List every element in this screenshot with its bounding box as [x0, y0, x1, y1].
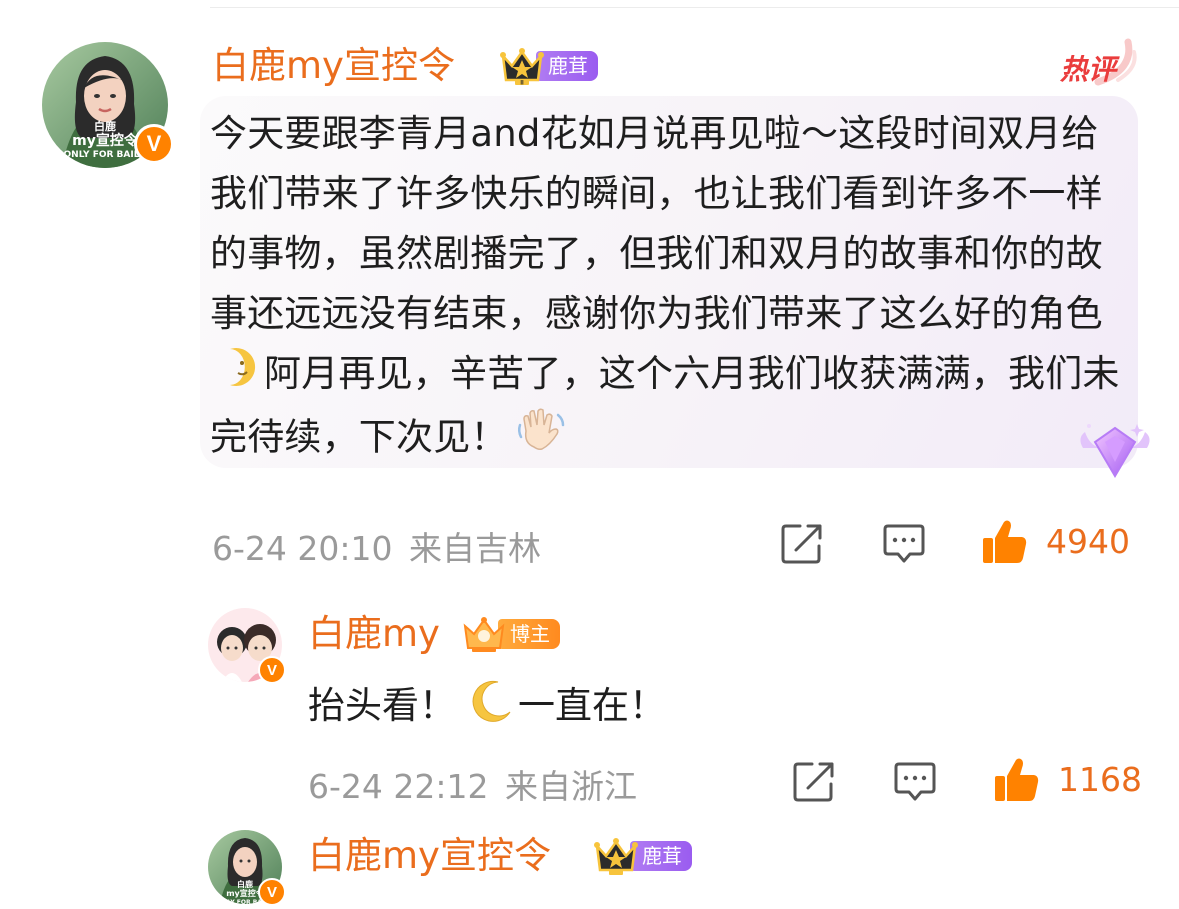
badge-label: 鹿茸	[536, 51, 598, 81]
reply-text: 抬头看！ 一直在！	[308, 678, 666, 737]
reply-icon[interactable]	[882, 523, 926, 565]
comment-meta: 6-24 20:10 来自吉林	[212, 522, 541, 570]
fan-badge[interactable]: II 鹿茸	[500, 46, 598, 86]
comment-text: 今天要跟李青月and花如月说再见啦～这段时间双月给我们带来了许多快乐的瞬间，也让…	[210, 104, 1125, 471]
comment-text-part2: 阿月再见，辛苦了，这个六月我们收获满满，我们未完待续，下次见！	[210, 352, 1120, 458]
comment-text-part1: 今天要跟李青月and花如月说再见啦～这段时间双月给我们带来了许多快乐的瞬间，也让…	[210, 112, 1103, 335]
gem-badge-icon	[1080, 424, 1150, 478]
next-commenter-username[interactable]: 白鹿my宣控令	[308, 834, 551, 878]
hot-label: 热评	[1060, 53, 1117, 86]
reply-verified-badge-icon: V	[258, 656, 286, 684]
next-commenter-avatar[interactable]: 白鹿 my宣控令 ONLY FOR BAILU V	[208, 830, 286, 906]
reply-username[interactable]: 白鹿my	[308, 612, 440, 656]
reply-like-icon[interactable]	[992, 756, 1042, 804]
commenter-username[interactable]: 白鹿my宣控令	[212, 44, 455, 88]
next-verified-badge-icon: V	[258, 878, 286, 906]
verified-badge-icon: V	[134, 124, 174, 164]
blogger-crown-icon	[463, 617, 505, 652]
reply-location: 来自浙江	[505, 767, 637, 806]
comment-timestamp: 6-24 20:10	[212, 529, 393, 568]
waving-hand-icon	[508, 407, 566, 471]
like-icon[interactable]	[980, 518, 1030, 566]
reply-text-before: 抬头看！	[308, 684, 456, 727]
commenter-avatar[interactable]: 白鹿 my宣控令 ONLY FOR BAILU V	[42, 42, 174, 168]
reply-meta: 6-24 22:12 来自浙江	[308, 760, 637, 808]
next-crown-icon	[594, 838, 638, 875]
share-icon[interactable]	[780, 522, 824, 566]
blogger-badge-label: 博主	[498, 619, 560, 649]
crescent-moon-icon	[456, 678, 518, 737]
comment-location: 来自吉林	[409, 529, 541, 568]
reply-share-icon[interactable]	[792, 760, 836, 804]
reply-avatar[interactable]: V	[208, 608, 286, 684]
reply-like-count: 1168	[1058, 760, 1142, 799]
hot-comment-badge: 热评	[1058, 38, 1138, 88]
next-fan-badge[interactable]: 鹿茸	[594, 836, 692, 876]
reply-timestamp: 6-24 22:12	[308, 767, 489, 806]
svg-text:II: II	[520, 81, 524, 87]
blogger-badge[interactable]: 博主	[462, 614, 560, 654]
comment-like-count: 4940	[1046, 522, 1130, 561]
top-divider	[210, 7, 1179, 8]
crown-icon: II	[500, 48, 544, 87]
next-badge-label: 鹿茸	[630, 841, 692, 871]
crescent-moon-face-icon	[210, 345, 264, 407]
reply-comment-icon[interactable]	[893, 761, 937, 803]
reply-text-after: 一直在！	[518, 684, 666, 727]
